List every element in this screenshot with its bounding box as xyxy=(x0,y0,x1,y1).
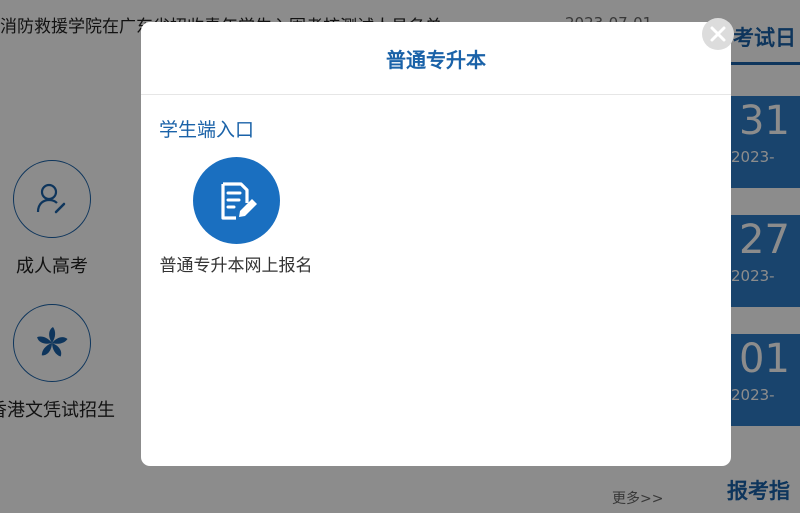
section-title: 学生端入口 xyxy=(159,119,255,141)
entry-label: 普通专升本网上报名 xyxy=(159,256,313,276)
modal-header: 普通专升本 xyxy=(141,22,731,95)
modal-dialog: 普通专升本 学生端入口 普通专升本网上报名 xyxy=(141,22,731,466)
modal-title: 普通专升本 xyxy=(386,47,486,72)
close-button[interactable] xyxy=(702,18,734,50)
online-registration-entry[interactable]: 普通专升本网上报名 xyxy=(149,157,323,276)
edit-document-icon xyxy=(221,181,257,220)
close-icon xyxy=(710,26,726,42)
entry-icon-circle xyxy=(192,157,280,244)
